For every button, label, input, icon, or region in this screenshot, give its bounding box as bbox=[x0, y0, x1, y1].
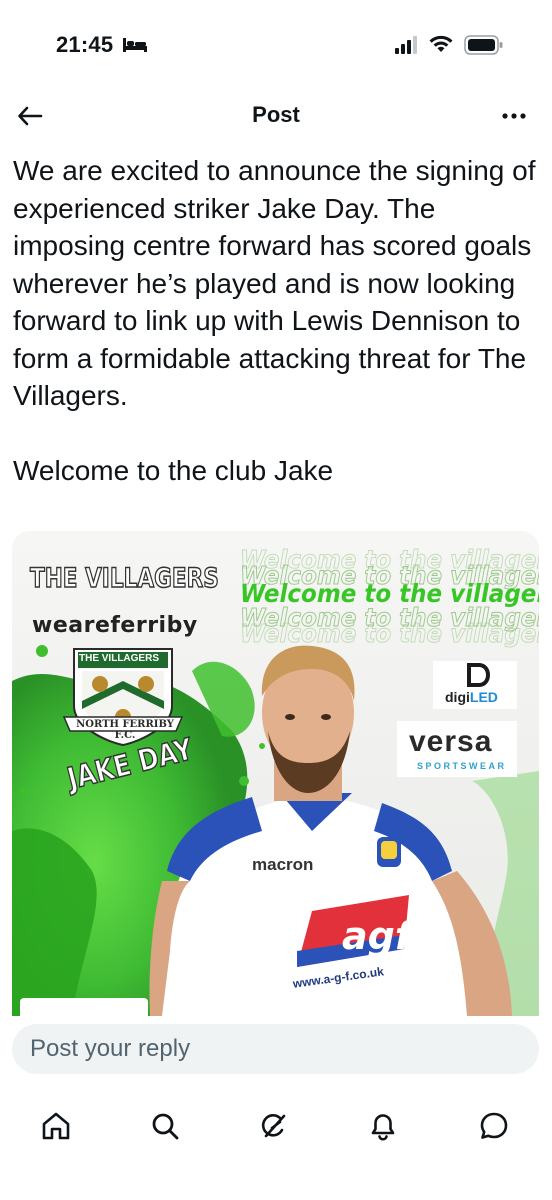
home-icon bbox=[42, 1112, 70, 1140]
more-horizontal-icon bbox=[502, 113, 526, 119]
bed-icon bbox=[123, 38, 147, 52]
messages-icon bbox=[480, 1112, 508, 1139]
reply-input[interactable] bbox=[12, 1024, 539, 1074]
digiled-suffix: LED bbox=[469, 689, 498, 705]
badge-top-text: THE VILLAGERS bbox=[78, 653, 159, 664]
post-paragraph: We are excited to announce the signing o… bbox=[13, 155, 536, 411]
tab-grok[interactable] bbox=[246, 1098, 302, 1154]
battery-icon bbox=[464, 35, 503, 55]
page-title: Post bbox=[252, 102, 300, 127]
tab-home[interactable] bbox=[28, 1098, 84, 1154]
sponsor-versa-logo: versa SPORTSWEAR bbox=[397, 721, 517, 777]
sponsor-digiled-logo: digiLED bbox=[433, 661, 517, 709]
image-overlay-card bbox=[20, 998, 148, 1016]
tab-notifications[interactable] bbox=[355, 1098, 411, 1154]
post-header: Post bbox=[0, 92, 552, 140]
shirt-sponsor: agf bbox=[342, 914, 412, 958]
status-time: 21:45 bbox=[56, 32, 114, 57]
more-options-button[interactable] bbox=[494, 96, 534, 136]
digiled-prefix: digi bbox=[445, 689, 470, 705]
grok-icon bbox=[261, 1114, 286, 1138]
bottom-tab-bar bbox=[0, 1090, 552, 1200]
club-hashtag: weareferriby bbox=[32, 613, 198, 638]
tab-messages[interactable] bbox=[466, 1098, 522, 1154]
post-text: We are excited to announce the signing o… bbox=[13, 152, 543, 490]
wifi-icon bbox=[429, 35, 453, 52]
status-bar: 21:45 bbox=[0, 0, 552, 90]
kit-brand: macron bbox=[252, 855, 314, 874]
tab-search[interactable] bbox=[137, 1098, 193, 1154]
versa-subtext: SPORTSWEAR bbox=[417, 761, 507, 771]
welcome-ghost-text: Welcome to the villagers bbox=[240, 619, 539, 649]
cellular-signal-icon bbox=[395, 36, 417, 54]
digiled-mark-icon bbox=[467, 663, 491, 687]
post-image[interactable]: Welcome to the villagers Welcome to the … bbox=[12, 531, 539, 1016]
reply-bar bbox=[0, 1016, 552, 1090]
search-icon bbox=[152, 1113, 179, 1140]
versa-text: versa bbox=[409, 725, 493, 758]
post-paragraph: Welcome to the club Jake bbox=[13, 455, 334, 486]
notifications-icon bbox=[371, 1114, 395, 1141]
club-title: THE VILLAGERS bbox=[29, 562, 219, 595]
